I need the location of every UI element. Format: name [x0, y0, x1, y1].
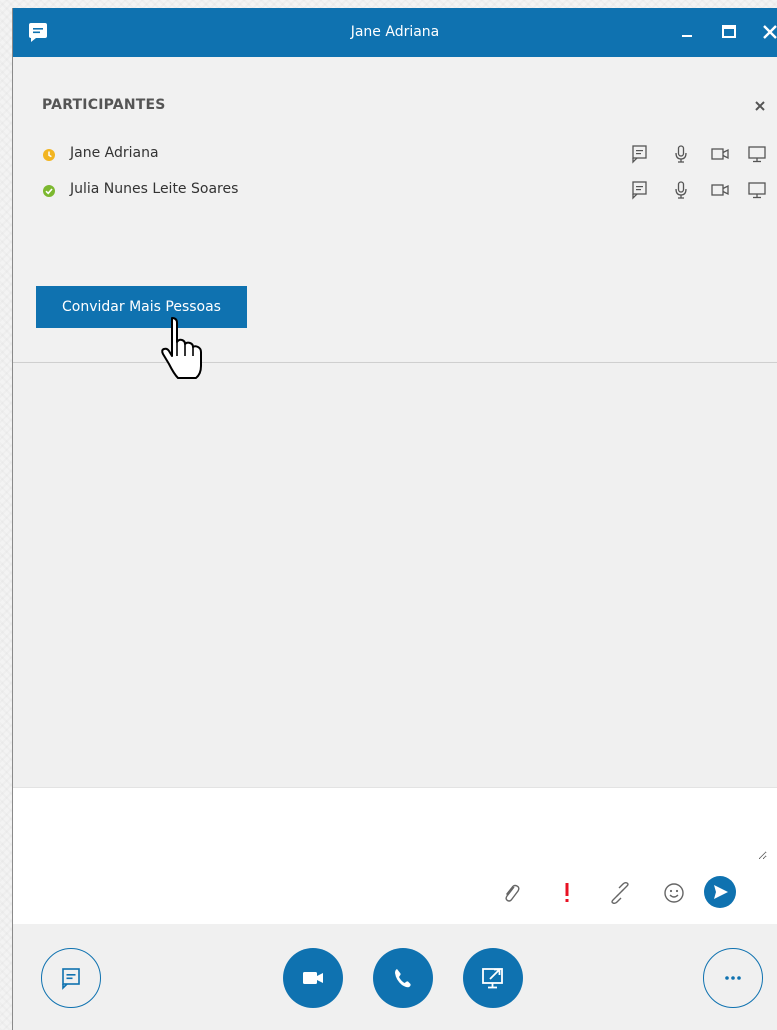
phone-icon: [395, 969, 411, 988]
message-input[interactable]: [23, 796, 767, 860]
screen-share-icon[interactable]: [746, 179, 768, 201]
emoji-icon[interactable]: [661, 880, 687, 906]
conversation-area: [13, 363, 777, 787]
participants-header: PARTICIPANTES: [42, 97, 166, 113]
microphone-icon[interactable]: [670, 179, 692, 201]
participant-name: Jane Adriana: [70, 145, 159, 161]
invite-more-people-button[interactable]: Convidar Mais Pessoas: [36, 286, 247, 328]
send-button[interactable]: [703, 875, 737, 909]
im-button[interactable]: [41, 948, 101, 1008]
away-status-icon: [42, 147, 56, 161]
participant-name: Julia Nunes Leite Soares: [70, 181, 239, 197]
title-bar: Jane Adriana: [13, 8, 777, 57]
present-icon: [482, 968, 503, 989]
more-options-button[interactable]: [703, 948, 763, 1008]
screen-share-icon[interactable]: [746, 143, 768, 165]
conversation-window: Jane Adriana PARTICIPANTES Jane Adriana …: [12, 8, 777, 1030]
maximize-button[interactable]: [717, 20, 741, 44]
video-icon[interactable]: [709, 179, 731, 201]
im-icon: [62, 968, 80, 990]
maximize-icon: [722, 25, 736, 38]
more-icon: [725, 976, 741, 980]
close-participants-button[interactable]: [753, 98, 767, 112]
phone-button[interactable]: [373, 948, 433, 1008]
send-icon: [704, 876, 736, 908]
close-icon: [755, 101, 765, 111]
importance-icon[interactable]: [554, 880, 580, 906]
close-icon: [763, 25, 777, 39]
video-icon[interactable]: [709, 143, 731, 165]
attachment-icon[interactable]: [498, 880, 524, 906]
video-call-button[interactable]: [283, 948, 343, 1008]
participant-row[interactable]: Jane Adriana: [42, 143, 767, 165]
chat-icon[interactable]: [629, 179, 651, 201]
minimize-icon: [682, 35, 692, 37]
participant-row[interactable]: Julia Nunes Leite Soares: [42, 179, 767, 201]
close-window-button[interactable]: [758, 20, 777, 44]
link-icon[interactable]: [607, 880, 633, 906]
microphone-icon[interactable]: [670, 143, 692, 165]
window-title: Jane Adriana: [350, 24, 440, 40]
available-status-icon: [42, 183, 56, 197]
bottom-toolbar: [13, 924, 777, 1030]
chat-icon[interactable]: [629, 143, 651, 165]
present-button[interactable]: [463, 948, 523, 1008]
minimize-button[interactable]: [675, 20, 699, 44]
video-call-icon: [303, 972, 323, 984]
compose-area: [13, 787, 777, 925]
